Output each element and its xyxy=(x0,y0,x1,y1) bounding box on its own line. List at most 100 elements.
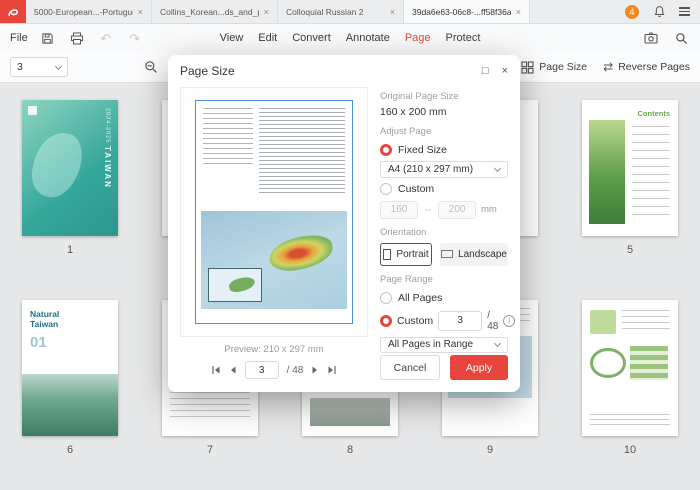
radio-selected-icon[interactable] xyxy=(380,144,392,156)
page-number-label: 7 xyxy=(207,444,213,456)
publisher-logo xyxy=(28,106,37,115)
swap-dimensions-icon: ⇔ xyxy=(423,204,433,215)
menu-protect[interactable]: Protect xyxy=(446,32,481,44)
bell-icon[interactable] xyxy=(650,3,668,21)
tab-title: Collins_Korean...ds_and_phrases xyxy=(160,7,259,17)
menu-convert[interactable]: Convert xyxy=(292,32,331,44)
print-icon[interactable] xyxy=(68,29,86,47)
range-mode-value: All Pages in Range xyxy=(388,339,473,350)
tab-bar: 5000-European...-Portuguese * × Collins_… xyxy=(0,0,700,24)
fixed-size-radio-row[interactable]: Fixed Size xyxy=(380,144,508,156)
pager-page-input[interactable] xyxy=(245,361,279,379)
close-icon[interactable]: × xyxy=(516,7,521,17)
menu-annotate[interactable]: Annotate xyxy=(346,32,390,44)
fixed-size-dropdown[interactable]: A4 (210 x 297 mm) xyxy=(380,161,508,178)
chapter-photo xyxy=(22,374,118,436)
menu-view[interactable]: View xyxy=(220,32,244,44)
tab-document-3[interactable]: Colloquial Russian 2 × xyxy=(278,0,404,23)
apply-button[interactable]: Apply xyxy=(450,355,508,380)
fixed-size-label: Fixed Size xyxy=(398,144,447,156)
file-menu[interactable]: File xyxy=(10,32,28,44)
chevron-down-icon xyxy=(494,340,501,347)
search-icon[interactable] xyxy=(672,29,690,47)
zoom-out-icon[interactable] xyxy=(142,58,160,76)
all-pages-radio-row[interactable]: All Pages xyxy=(380,292,508,304)
chapter-heading: Natural Taiwan xyxy=(30,309,72,329)
dialog-title: Page Size xyxy=(180,64,235,78)
screenshot-camera-icon[interactable] xyxy=(642,29,660,47)
close-icon[interactable]: × xyxy=(138,7,143,17)
page-thumbnail-10[interactable] xyxy=(582,300,678,436)
next-page-icon[interactable] xyxy=(311,365,319,375)
document-tabs: 5000-European...-Portuguese * × Collins_… xyxy=(26,0,530,23)
page-preview-area xyxy=(180,87,368,337)
maximize-icon[interactable]: □ xyxy=(482,65,489,77)
range-total-label: / 48 xyxy=(487,310,498,332)
radio-unselected-icon[interactable] xyxy=(380,183,392,195)
contents-photo xyxy=(589,120,625,224)
menu-page-active[interactable]: Page xyxy=(405,32,431,44)
page-number-label: 8 xyxy=(347,444,353,456)
page-number-label: 10 xyxy=(624,444,636,456)
original-page-size-label: Original Page Size xyxy=(380,91,508,102)
menu-edit[interactable]: Edit xyxy=(258,32,277,44)
notification-badge[interactable]: 4 xyxy=(625,5,639,19)
page-number-dropdown[interactable]: 3 xyxy=(10,57,68,77)
page-number-label: 1 xyxy=(67,244,73,256)
adjust-page-label: Adjust Page xyxy=(380,126,508,137)
fixed-size-value: A4 (210 x 297 mm) xyxy=(388,164,473,175)
pager-total-label: / 48 xyxy=(287,365,304,376)
page-preview[interactable] xyxy=(195,100,353,324)
page-cell-1: 2024-2025 TAIWAN 1 xyxy=(22,100,118,256)
save-icon[interactable] xyxy=(39,29,57,47)
range-mode-dropdown[interactable]: All Pages in Range xyxy=(380,337,508,354)
portrait-button[interactable]: Portrait xyxy=(380,243,432,266)
tab-title: 5000-European...-Portuguese * xyxy=(34,7,133,17)
last-page-icon[interactable] xyxy=(327,365,337,375)
unit-label: mm xyxy=(481,204,497,215)
custom-range-radio-row[interactable]: Custom / 48 i xyxy=(380,310,508,332)
tab-title: Colloquial Russian 2 xyxy=(286,7,385,17)
page-size-label: Page Size xyxy=(539,61,587,73)
previous-page-icon[interactable] xyxy=(229,365,237,375)
chapter-number: 01 xyxy=(30,334,47,351)
custom-size-label: Custom xyxy=(398,183,434,195)
custom-width-input xyxy=(380,201,418,219)
page-thumbnail-6[interactable]: Natural Taiwan 01 xyxy=(22,300,118,436)
chevron-down-icon xyxy=(55,62,62,69)
landscape-button[interactable]: Landscape xyxy=(440,243,508,266)
first-page-icon[interactable] xyxy=(211,365,221,375)
all-pages-label: All Pages xyxy=(398,292,442,304)
cancel-button[interactable]: Cancel xyxy=(380,355,440,380)
page-cell-10: 10 xyxy=(582,300,678,456)
taiwan-island-art xyxy=(27,127,88,202)
hamburger-menu-icon[interactable] xyxy=(679,7,690,15)
undo-icon[interactable]: ↶ xyxy=(97,29,115,47)
custom-height-input xyxy=(438,201,476,219)
range-custom-label: Custom xyxy=(397,315,433,327)
tab-document-2[interactable]: Collins_Korean...ds_and_phrases × xyxy=(152,0,278,23)
page-size-button[interactable]: Page Size xyxy=(521,61,587,74)
reverse-pages-label: Reverse Pages xyxy=(618,61,690,73)
info-icon[interactable]: i xyxy=(503,315,515,327)
close-icon[interactable]: × xyxy=(264,7,269,17)
landscape-icon xyxy=(441,250,453,258)
close-icon[interactable]: × xyxy=(502,65,508,77)
custom-size-radio-row[interactable]: Custom xyxy=(380,183,508,195)
page-range-label: Page Range xyxy=(380,274,508,285)
radio-selected-icon[interactable] xyxy=(380,315,392,327)
reverse-pages-button[interactable]: ⇄ Reverse Pages xyxy=(603,60,690,74)
tab-document-4-active[interactable]: 39da6e63-06c8-...ff58f36aa7ad * × xyxy=(404,0,530,23)
preview-map-art xyxy=(201,211,347,309)
contents-heading: Contents xyxy=(638,109,671,118)
range-page-input[interactable] xyxy=(438,311,482,331)
redo-icon[interactable]: ↷ xyxy=(126,29,144,47)
radio-unselected-icon[interactable] xyxy=(380,292,392,304)
close-icon[interactable]: × xyxy=(390,7,395,17)
page-cell-5: Contents 5 xyxy=(582,100,678,256)
page-thumbnail-5[interactable]: Contents xyxy=(582,100,678,236)
tab-document-1[interactable]: 5000-European...-Portuguese * × xyxy=(26,0,152,23)
page-thumbnail-1[interactable]: 2024-2025 TAIWAN xyxy=(22,100,118,236)
page-size-dialog: Page Size □ × Preview: 210 x 297 mm xyxy=(168,55,520,392)
dialog-header: Page Size □ × xyxy=(168,55,520,87)
